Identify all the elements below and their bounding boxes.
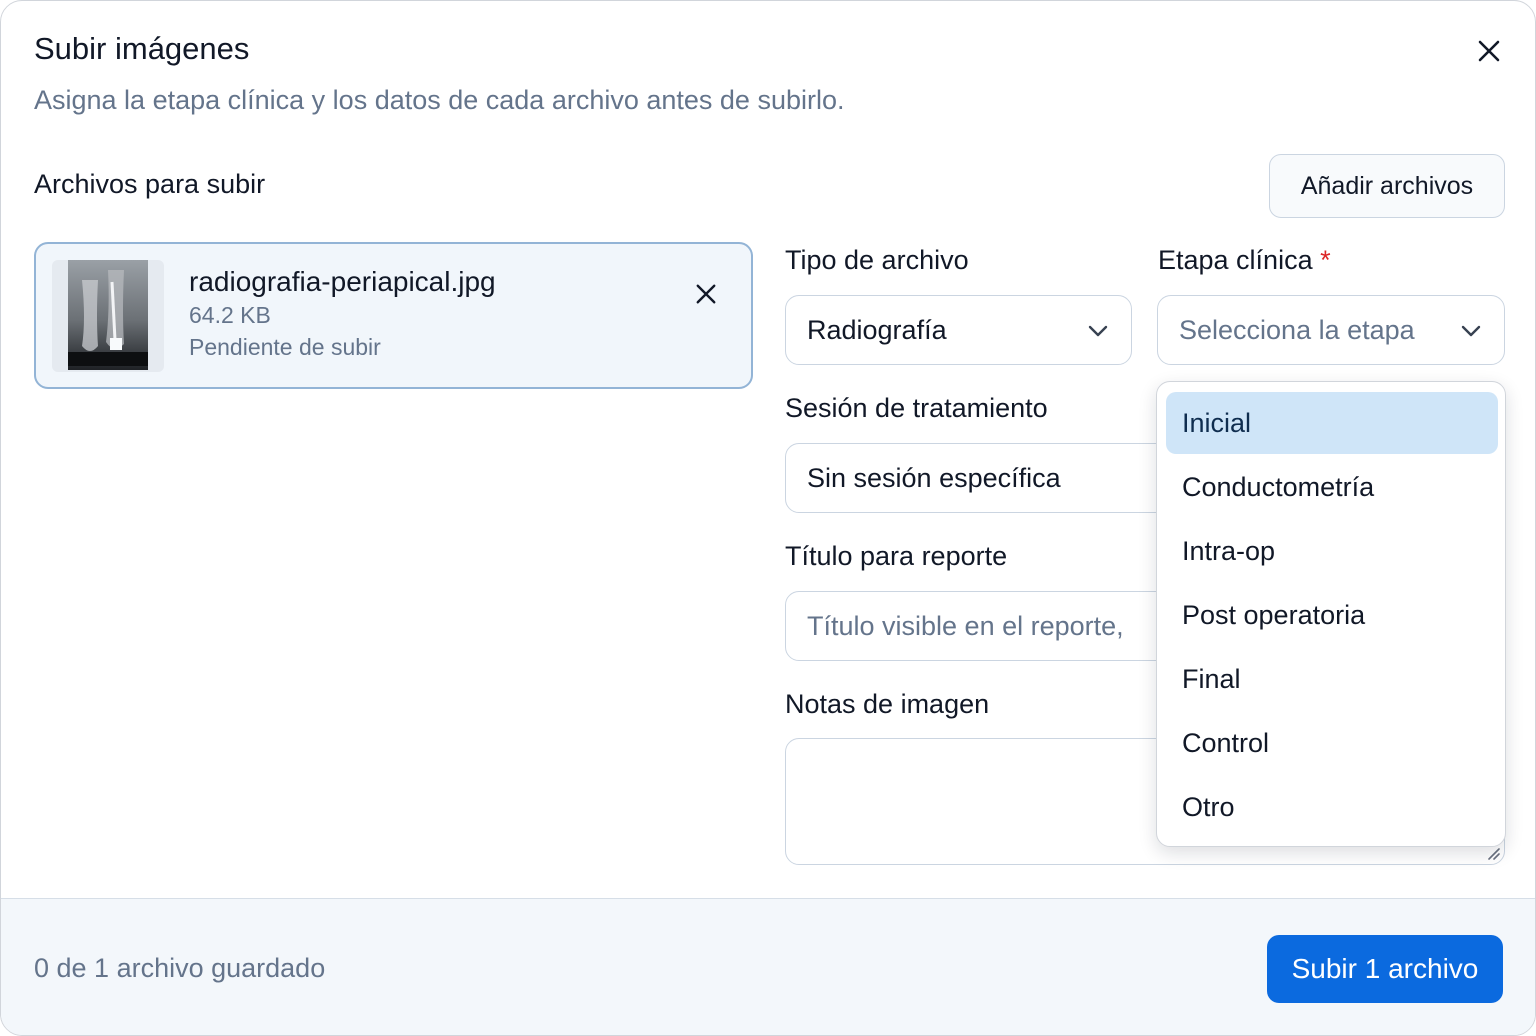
dialog-subtitle: Asigna la etapa clínica y los datos de c… [34,85,845,115]
close-icon [1478,40,1500,62]
chevron-down-icon [1461,325,1481,337]
clinical-stage-label: Etapa clínica * [1158,245,1331,275]
files-section-title: Archivos para subir [34,169,266,199]
clinical-stage-select[interactable]: Selecciona la etapa [1157,295,1505,365]
remove-file-button[interactable] [686,274,726,314]
stage-option-post-operatoria[interactable]: Post operatoria [1166,584,1498,646]
file-card[interactable]: radiografia-periapical.jpg 64.2 KB Pendi… [34,242,753,389]
clinical-stage-placeholder: Selecciona la etapa [1179,314,1415,345]
file-type-label: Tipo de archivo [785,245,969,275]
stage-option-otro[interactable]: Otro [1166,776,1498,838]
session-value: Sin sesión específica [807,462,1061,493]
report-title-placeholder: Título visible en el reporte, [807,610,1124,641]
report-title-label: Título para reporte [785,541,1008,571]
file-type-value: Radiografía [807,314,947,345]
file-type-select[interactable]: Radiografía [785,295,1132,365]
upload-images-dialog: Subir imágenes Asigna la etapa clínica y… [0,0,1536,1036]
close-button[interactable] [1469,31,1509,71]
upload-button[interactable]: Subir 1 archivo [1267,935,1503,1003]
file-thumbnail [52,260,164,372]
dialog-footer: 0 de 1 archivo guardado Subir 1 archivo [1,898,1535,1035]
file-status: Pendiente de subir [189,334,381,360]
required-mark: * [1320,245,1331,275]
stage-option-control[interactable]: Control [1166,712,1498,774]
file-name: radiografia-periapical.jpg [189,266,496,297]
clinical-stage-dropdown: Inicial Conductometría Intra-op Post ope… [1156,381,1506,847]
image-notes-label: Notas de imagen [785,689,990,719]
session-label: Sesión de tratamiento [785,393,1048,423]
file-size: 64.2 KB [189,302,271,328]
stage-option-conductometria[interactable]: Conductometría [1166,456,1498,518]
stage-option-intra-op[interactable]: Intra-op [1166,520,1498,582]
saved-count-status: 0 de 1 archivo guardado [34,953,326,983]
stage-option-inicial[interactable]: Inicial [1166,392,1498,454]
dialog-title: Subir imágenes [34,31,250,66]
chevron-down-icon [1088,325,1108,337]
add-files-button[interactable]: Añadir archivos [1269,154,1505,218]
stage-option-final[interactable]: Final [1166,648,1498,710]
close-icon [696,284,716,304]
